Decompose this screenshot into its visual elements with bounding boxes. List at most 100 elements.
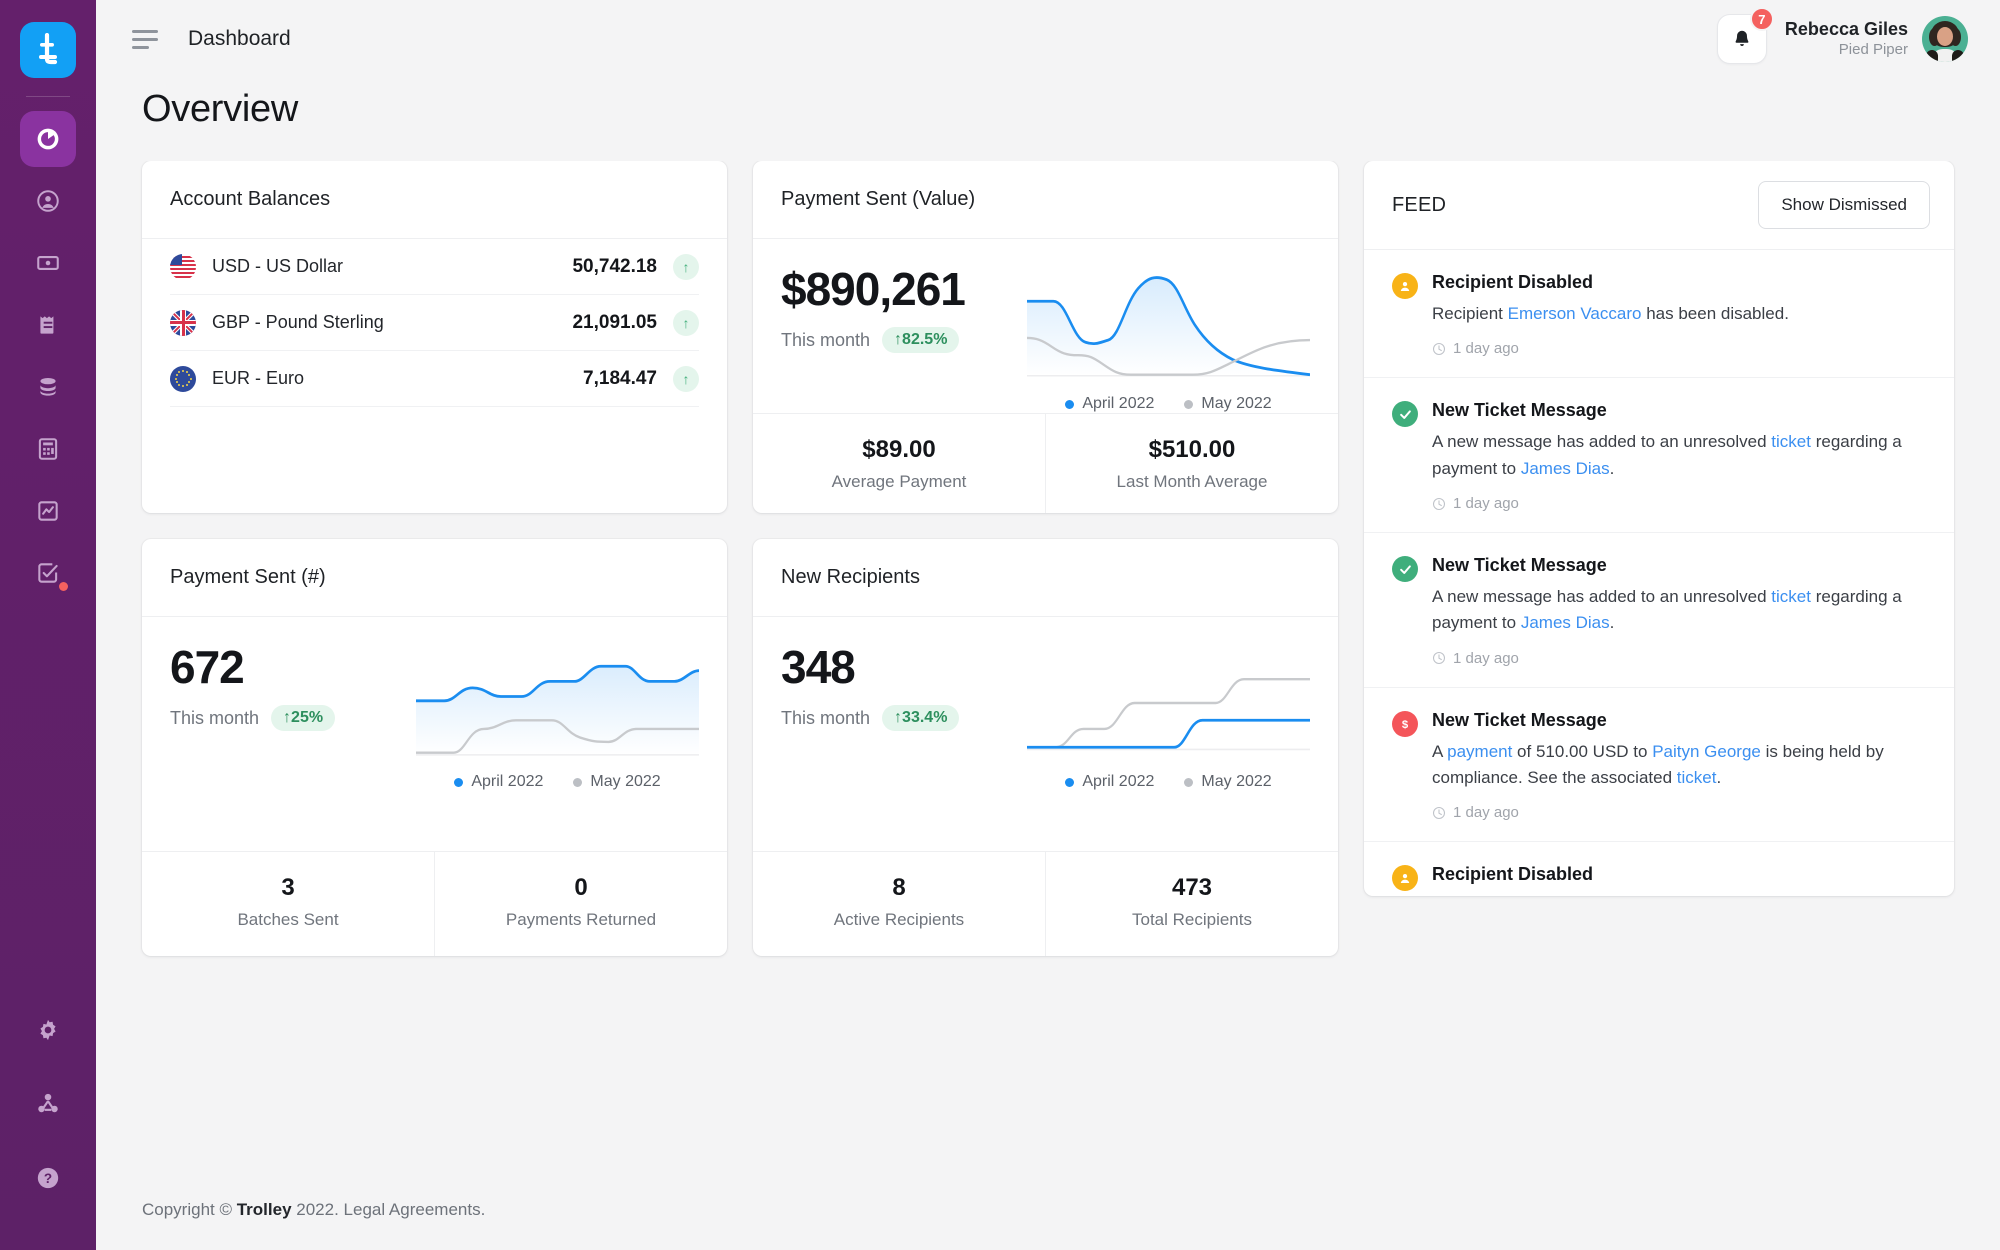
column-right: FEED Show Dismissed Recipient Disabled Re…: [1364, 161, 1954, 1174]
user-name: Rebecca Giles: [1784, 19, 1908, 40]
page-title: Overview: [142, 88, 298, 130]
notifications-button[interactable]: 7: [1716, 7, 1774, 64]
trend-up-icon: ↑: [673, 309, 699, 336]
payments-sent-value-metrics: $890,261 This month ↑82.5%: [781, 265, 1027, 413]
footer: Copyright © Trolley 2022. Legal Agreemen…: [96, 1174, 2000, 1250]
feed-item-link[interactable]: ticket: [1677, 768, 1717, 787]
sidebar-item-dashboard[interactable]: [20, 111, 76, 167]
period-label: This month: [781, 329, 871, 350]
payments-sent-value-value: $890,261: [781, 263, 966, 315]
feed-item-time-text: 1 day ago: [1453, 649, 1519, 667]
balance-row[interactable]: EUR - Euro 7,184.47 ↑: [170, 351, 699, 407]
breadcrumb[interactable]: Dashboard: [188, 27, 291, 51]
payments-sent-value-body: $890,261 This month ↑82.5% April 2022 Ma…: [753, 239, 1338, 413]
footer-brand[interactable]: Trolley: [237, 1200, 292, 1219]
payments-sent-count-title: Payment Sent (#): [170, 566, 326, 588]
feed-item-timestamp: 1 day ago: [1432, 340, 1926, 357]
banknote-icon: [37, 256, 59, 270]
feed-title: FEED: [1392, 193, 1447, 216]
delta-badge: ↑33.4%: [882, 705, 960, 732]
show-dismissed-button[interactable]: Show Dismissed: [1758, 181, 1930, 229]
feed-item-link[interactable]: payment: [1447, 742, 1512, 761]
topbar: Dashboard 7 Rebecca Giles Pied Piper: [96, 0, 2000, 78]
footer-stat-value: 8: [892, 874, 906, 901]
avatar[interactable]: [1922, 16, 1968, 62]
payments-sent-count-header: Payment Sent (#): [142, 539, 727, 617]
balances-empty-space: [170, 407, 699, 509]
legend-item-april: April 2022: [454, 773, 543, 791]
feed-item[interactable]: Recipient Disabled Recipient Emerson Vacc…: [1364, 842, 1954, 896]
feed-item-heading: Recipient Disabled: [1432, 272, 1594, 292]
user-menu[interactable]: Rebecca Giles Pied Piper: [1785, 16, 1968, 62]
legend-dot-may: [1184, 777, 1194, 787]
feed-item[interactable]: Recipient Disabled Recipient Emerson Vacc…: [1364, 250, 1954, 379]
gauge-icon: [37, 128, 59, 150]
sidebar-item-settings[interactable]: [20, 1002, 76, 1058]
sidebar-item-invoices[interactable]: [20, 297, 76, 353]
account-balances-header: Account Balances: [142, 161, 727, 239]
feed-item[interactable]: New Ticket Message A new message has adde…: [1364, 533, 1954, 688]
footer-stat-label: Active Recipients: [833, 910, 965, 929]
feed-item-body: A payment of 510.00 USD to Paityn George…: [1432, 741, 1884, 788]
new-recipients-body: 348 This month ↑33.4% April 2022 May 202…: [753, 617, 1338, 851]
clock-icon: [1432, 652, 1446, 665]
balance-row[interactable]: GBP - Pound Sterling 21,091.05 ↑: [170, 295, 699, 351]
sidebar-bottom-group: ?: [20, 1002, 76, 1250]
feed-item-link[interactable]: ticket: [1771, 432, 1811, 451]
feed-item-content: New Ticket Message A payment of 510.00 US…: [1432, 710, 1926, 822]
footer-stat-label: Last Month Average: [1116, 472, 1268, 491]
sidebar-item-recipients[interactable]: [20, 173, 76, 229]
topbar-right: 7 Rebecca Giles Pied Piper: [1716, 7, 1968, 64]
new-recipients-footer: 8 Active Recipients 473 Total Recipients: [753, 851, 1338, 956]
feed-item-time-text: 1 day ago: [1453, 804, 1519, 822]
trolley-t-icon: [39, 33, 58, 65]
legend-dot-april: [454, 777, 464, 787]
sidebar-item-tax[interactable]: [20, 421, 76, 477]
period-label: This month: [781, 707, 871, 728]
chart-legend: April 2022 May 2022: [416, 773, 699, 791]
sidebar-item-integrations[interactable]: [20, 1076, 76, 1132]
feed-item-link[interactable]: James Dias: [1521, 459, 1610, 478]
footer-prefix: Copyright ©: [142, 1200, 237, 1219]
receipt-icon: [40, 316, 54, 334]
database-icon: [40, 378, 56, 396]
payments-sent-count-footer: 3 Batches Sent 0 Payments Returned: [142, 851, 727, 956]
balance-row[interactable]: USD - US Dollar 50,742.18 ↑: [170, 239, 699, 295]
sidebar-item-tasks[interactable]: [20, 545, 76, 601]
check-circle-icon: [1392, 401, 1418, 428]
feed-item[interactable]: $ New Ticket Message A payment of 510.00 U…: [1364, 688, 1954, 843]
notifications-badge: 7: [1749, 7, 1774, 31]
footer-stat-value: 473: [1171, 874, 1213, 901]
payments-sent-count-chart: April 2022 May 2022: [416, 643, 699, 851]
feed-header: FEED Show Dismissed: [1364, 161, 1954, 250]
column-left: Account Balances USD - US Dollar 50,742.…: [142, 161, 727, 1174]
app-logo[interactable]: [20, 22, 76, 78]
feed-item-link[interactable]: Paityn George: [1652, 742, 1761, 761]
legend-dot-april: [1065, 777, 1075, 787]
sidebar-item-balances[interactable]: [20, 359, 76, 415]
footer-stat: $89.00 Average Payment: [753, 414, 1045, 513]
payments-sent-value-chart: April 2022 May 2022: [1027, 265, 1310, 413]
sidebar-item-reports[interactable]: [20, 483, 76, 539]
footer-stat: 3 Batches Sent: [142, 852, 434, 956]
footer-stat-label: Batches Sent: [237, 910, 339, 929]
legend-item-may: May 2022: [573, 773, 661, 791]
legend-dot-may: [573, 777, 583, 787]
feed-item-link[interactable]: ticket: [1771, 587, 1811, 606]
trend-up-icon: ↑: [673, 253, 699, 280]
user-warning-icon: [1392, 273, 1418, 299]
feed-item[interactable]: New Ticket Message A new message has adde…: [1364, 378, 1954, 534]
hamburger-icon[interactable]: [132, 29, 158, 49]
feed-list[interactable]: Recipient Disabled Recipient Emerson Vacc…: [1364, 250, 1954, 896]
feed-item-link[interactable]: Emerson Vaccaro: [1508, 304, 1642, 323]
payments-sent-count-metrics: 672 This month ↑25%: [170, 643, 416, 851]
gear-icon: [40, 1019, 56, 1041]
account-balances-card: Account Balances USD - US Dollar 50,742.…: [142, 161, 727, 513]
sidebar-item-help[interactable]: ?: [20, 1150, 76, 1206]
feed-item-link[interactable]: James Dias: [1521, 613, 1610, 632]
user-warning-icon: [1392, 865, 1418, 892]
sidebar-item-payments[interactable]: [20, 235, 76, 291]
new-recipients-title: New Recipients: [781, 566, 920, 588]
payments-sent-value-sub: This month ↑82.5%: [781, 327, 1027, 354]
dollar-circle-icon: $: [1392, 710, 1418, 737]
